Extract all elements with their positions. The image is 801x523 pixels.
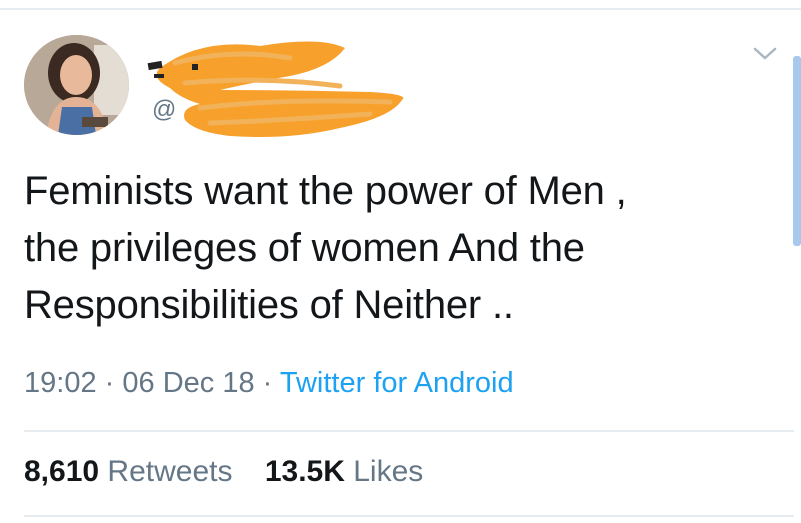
tweet-text-line: Responsibilities of Neither .. bbox=[24, 283, 514, 327]
divider bbox=[24, 515, 794, 517]
tweet-source-link[interactable]: Twitter for Android bbox=[280, 367, 514, 399]
separator: · bbox=[262, 367, 273, 399]
avatar-photo bbox=[24, 35, 129, 135]
separator: · bbox=[104, 367, 115, 399]
scrollbar[interactable] bbox=[793, 56, 801, 246]
tweet-text-line: Feminists want the power of Men , bbox=[24, 169, 627, 213]
tweet-text-line: the privileges of women And the bbox=[24, 226, 585, 270]
retweet-label: Retweets bbox=[107, 455, 233, 488]
engagement-stats: 8,610 Retweets 13.5K Likes bbox=[24, 455, 447, 489]
user-handle[interactable]: @ bbox=[152, 96, 176, 124]
chevron-down-icon[interactable] bbox=[752, 46, 778, 62]
tweet-date: 06 Dec 18 bbox=[122, 367, 255, 399]
likes-stat[interactable]: 13.5K Likes bbox=[265, 455, 423, 489]
tweet-time: 19:02 bbox=[24, 367, 97, 399]
redaction-scribble bbox=[147, 41, 404, 137]
tweet-metadata: 19:02 · 06 Dec 18 · Twitter for Android bbox=[24, 367, 514, 400]
retweet-count: 8,610 bbox=[24, 455, 100, 488]
top-divider bbox=[0, 8, 801, 10]
divider bbox=[24, 430, 794, 432]
like-count: 13.5K bbox=[264, 455, 345, 488]
avatar[interactable] bbox=[24, 35, 129, 135]
retweets-stat[interactable]: 8,610 Retweets bbox=[24, 455, 232, 489]
tweet-text: Feminists want the power of Men , the pr… bbox=[24, 163, 794, 334]
like-label: Likes bbox=[353, 455, 424, 488]
